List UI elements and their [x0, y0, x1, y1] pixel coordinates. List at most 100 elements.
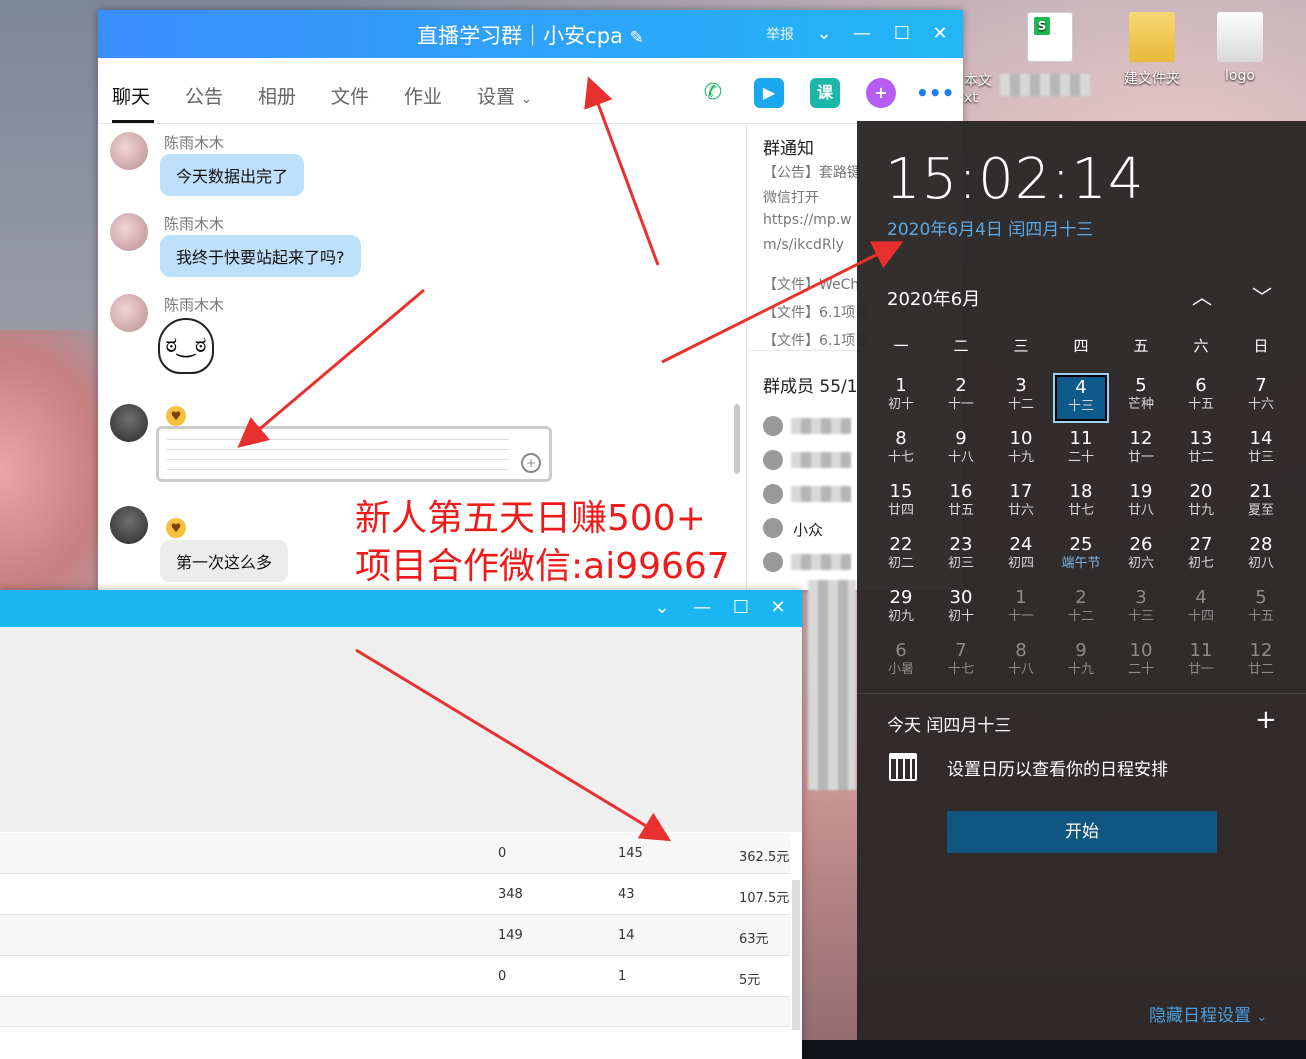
- calendar-day[interactable]: 6 小暑: [873, 638, 929, 688]
- minimize-button[interactable]: —: [850, 22, 874, 46]
- calendar-day[interactable]: 7 十七: [933, 638, 989, 688]
- member-avatar[interactable]: [763, 484, 783, 504]
- calendar-day[interactable]: 8 十七: [873, 426, 929, 476]
- calendar-day[interactable]: 23 初三: [933, 532, 989, 582]
- calendar-day[interactable]: 17 廿六: [993, 479, 1049, 529]
- members-header[interactable]: 群成员 55/1: [763, 372, 858, 397]
- calendar-day[interactable]: 1 初十: [873, 373, 929, 423]
- calendar-day[interactable]: 25 端午节: [1053, 532, 1109, 582]
- calendar-day[interactable]: 2 十一: [933, 373, 989, 423]
- add-event-icon[interactable]: +: [1255, 705, 1277, 735]
- calendar-day[interactable]: 18 廿七: [1053, 479, 1109, 529]
- video-call-icon[interactable]: ▶: [754, 78, 784, 108]
- file-line[interactable]: 【文件】WeCh: [763, 274, 859, 294]
- member-avatar[interactable]: [763, 416, 783, 436]
- calendar-day[interactable]: 24 初四: [993, 532, 1049, 582]
- calendar-day[interactable]: 14 廿三: [1233, 426, 1289, 476]
- calendar-day[interactable]: 21 夏至: [1233, 479, 1289, 529]
- desktop-icon-spreadsheet[interactable]: [1008, 12, 1092, 68]
- tab-notice[interactable]: 公告: [185, 82, 223, 109]
- minimize-button[interactable]: —: [690, 596, 714, 620]
- screenshot-image-message[interactable]: +: [156, 426, 552, 482]
- member-avatar[interactable]: [763, 518, 783, 538]
- calendar-day[interactable]: 10 二十: [1113, 638, 1169, 688]
- zoom-icon[interactable]: +: [521, 453, 541, 473]
- edit-pencil-icon[interactable]: ✎: [630, 28, 644, 48]
- tab-settings[interactable]: 设置 ⌄: [477, 82, 532, 109]
- avatar[interactable]: [110, 213, 148, 251]
- file-line[interactable]: 【文件】6.1项目: [763, 302, 869, 322]
- calendar-day[interactable]: 30 初十: [933, 585, 989, 635]
- tab-chat[interactable]: 聊天: [112, 82, 150, 109]
- avatar[interactable]: [110, 294, 148, 332]
- more-icon[interactable]: •••: [916, 78, 954, 108]
- calendar-day[interactable]: 29 初九: [873, 585, 929, 635]
- voice-call-icon[interactable]: ✆: [698, 78, 728, 108]
- calendar-day[interactable]: 3 十二: [993, 373, 1049, 423]
- sticker-image[interactable]: ಠ‿ಠ: [158, 318, 214, 374]
- calendar-day[interactable]: 5 芒种: [1113, 373, 1169, 423]
- calendar-day[interactable]: 19 廿八: [1113, 479, 1169, 529]
- calendar-day[interactable]: 1 十一: [993, 585, 1049, 635]
- member-name[interactable]: 小众: [793, 519, 823, 540]
- message-bubble[interactable]: 第一次这么多: [160, 540, 289, 582]
- calendar-day[interactable]: 20 廿九: [1173, 479, 1229, 529]
- calendar-day[interactable]: 2 十二: [1053, 585, 1109, 635]
- full-date-link[interactable]: 2020年6月4日 闰四月十三: [887, 215, 1093, 240]
- table-scrollbar[interactable]: [792, 880, 800, 1030]
- chevron-down-icon[interactable]: ⌄: [650, 596, 674, 620]
- calendar-day[interactable]: 15 廿四: [873, 479, 929, 529]
- calendar-day-today[interactable]: 4 十三: [1053, 373, 1109, 423]
- chevron-up-icon[interactable]: ︿: [1189, 281, 1215, 309]
- maximize-button[interactable]: ☐: [890, 22, 914, 46]
- member-avatar[interactable]: [763, 552, 783, 572]
- tab-homework[interactable]: 作业: [404, 82, 442, 109]
- calendar-day[interactable]: 8 十八: [993, 638, 1049, 688]
- chevron-down-icon[interactable]: ﹀: [1249, 281, 1275, 309]
- avatar[interactable]: [110, 404, 148, 442]
- chat-scrollbar[interactable]: [734, 404, 740, 474]
- calendar-day[interactable]: 10 十九: [993, 426, 1049, 476]
- notice-line[interactable]: https://mp.w: [763, 212, 852, 228]
- calendar-day[interactable]: 27 初七: [1173, 532, 1229, 582]
- avatar[interactable]: [110, 132, 148, 170]
- table-row[interactable]: 0 1 5元: [0, 956, 790, 997]
- notice-line[interactable]: m/s/ikcdRly: [763, 237, 844, 253]
- calendar-day[interactable]: 4 十四: [1173, 585, 1229, 635]
- notice-line[interactable]: 【公告】套路键: [763, 162, 861, 182]
- chevron-down-icon[interactable]: ⌄: [812, 22, 836, 46]
- add-app-icon[interactable]: +: [866, 78, 896, 108]
- chat-title-bar[interactable]: 直播学习群｜小安cpa ✎ 举报 ⌄ — ☐ ✕: [98, 10, 963, 58]
- calendar-day[interactable]: 12 廿一: [1113, 426, 1169, 476]
- month-label[interactable]: 2020年6月: [887, 285, 980, 311]
- close-button[interactable]: ✕: [766, 596, 790, 620]
- message-bubble[interactable]: 今天数据出完了: [160, 154, 305, 196]
- desktop-icon-logo-folder[interactable]: logo: [1198, 12, 1282, 84]
- calendar-day[interactable]: 13 廿二: [1173, 426, 1229, 476]
- calendar-day[interactable]: 7 十六: [1233, 373, 1289, 423]
- report-button[interactable]: 举报: [766, 24, 794, 44]
- calendar-day[interactable]: 9 十九: [1053, 638, 1109, 688]
- calendar-day[interactable]: 9 十八: [933, 426, 989, 476]
- close-button[interactable]: ✕: [928, 22, 952, 46]
- maximize-button[interactable]: ☐: [729, 596, 753, 620]
- tab-album[interactable]: 相册: [258, 82, 296, 109]
- member-avatar[interactable]: [763, 450, 783, 470]
- calendar-day[interactable]: 28 初八: [1233, 532, 1289, 582]
- hide-agenda-link[interactable]: 隐藏日程设置 ⌄: [1149, 1001, 1267, 1026]
- class-icon[interactable]: 课: [810, 78, 840, 108]
- data-window-title-bar[interactable]: ⌄ — ☐ ✕: [0, 590, 802, 627]
- table-row[interactable]: 149 14 63元: [0, 915, 790, 956]
- calendar-day[interactable]: 16 廿五: [933, 479, 989, 529]
- calendar-day[interactable]: 3 十三: [1113, 585, 1169, 635]
- calendar-day[interactable]: 12 廿二: [1233, 638, 1289, 688]
- start-button[interactable]: 开始: [947, 811, 1217, 853]
- desktop-icon-new-folder[interactable]: 建文件夹: [1110, 12, 1194, 88]
- calendar-day[interactable]: 11 廿一: [1173, 638, 1229, 688]
- calendar-day[interactable]: 5 十五: [1233, 585, 1289, 635]
- calendar-day[interactable]: 11 二十: [1053, 426, 1109, 476]
- table-row[interactable]: 348 43 107.5元: [0, 874, 790, 915]
- message-bubble[interactable]: 我终于快要站起来了吗?: [160, 235, 361, 277]
- table-row[interactable]: 0 145 362.5元: [0, 833, 790, 874]
- avatar[interactable]: [110, 506, 148, 544]
